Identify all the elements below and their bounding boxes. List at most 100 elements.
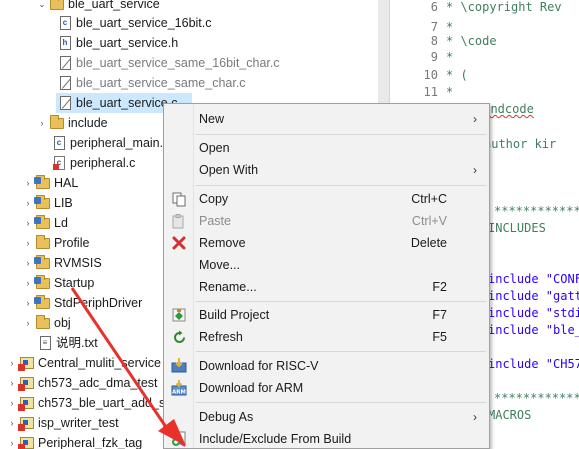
- tree-item-label: Startup: [54, 276, 95, 290]
- tree-item-label: ble_uart_service_same_char.c: [76, 76, 246, 90]
- menu-item-paste[interactable]: Paste Ctrl+V: [166, 210, 487, 232]
- tree-file-ble-uart-service-16bit[interactable]: c ble_uart_service_16bit.c: [56, 13, 212, 33]
- tree-project-peripheral-fzk-tag[interactable]: › Peripheral_fzk_tag: [6, 433, 142, 449]
- code-line: *************: [494, 204, 579, 218]
- chevron-right-icon[interactable]: ›: [22, 253, 34, 273]
- chevron-right-icon[interactable]: ›: [6, 373, 18, 393]
- chevron-right-icon[interactable]: ›: [22, 273, 34, 293]
- code-line: * \code: [446, 34, 497, 48]
- menu-item-open-with[interactable]: Open With ›: [166, 159, 487, 181]
- chevron-right-icon[interactable]: ›: [22, 173, 34, 193]
- tree-file-readme-txt[interactable]: ≡ 说明.txt: [36, 333, 98, 353]
- c-file-icon: c: [52, 135, 66, 151]
- tree-folder-hal[interactable]: › HAL: [22, 173, 78, 193]
- menu-item-copy[interactable]: Copy Ctrl+C: [166, 188, 487, 210]
- line-number: 8: [430, 34, 438, 48]
- menu-separator: [196, 185, 486, 186]
- tree-item-label: ble_uart_service.h: [76, 36, 179, 50]
- context-menu: New › Open Open With › Copy Ctrl+C Paste…: [163, 103, 490, 449]
- tree-folder-ld[interactable]: › Ld: [22, 213, 68, 233]
- chevron-right-icon[interactable]: ›: [22, 233, 34, 253]
- tree-folder-include[interactable]: › include: [36, 113, 108, 133]
- tree-file-excluded-same-char[interactable]: ble_uart_service_same_char.c: [56, 73, 246, 93]
- chevron-right-icon[interactable]: ›: [22, 293, 34, 313]
- tree-item-label: RVMSIS: [54, 256, 102, 270]
- chevron-right-icon[interactable]: ›: [22, 213, 34, 233]
- tree-file-peripheral-c[interactable]: c peripheral.c: [50, 153, 135, 173]
- menu-item-download-riscv[interactable]: Download for RISC-V: [166, 355, 487, 377]
- line-number: 10: [423, 68, 438, 82]
- line-number: 11: [423, 85, 438, 99]
- shortcut-label: F5: [432, 330, 447, 344]
- code-line: include "CONFIG.: [488, 272, 579, 286]
- copy-icon: [171, 191, 187, 207]
- excluded-file-icon: [58, 95, 72, 111]
- menu-item-label: Open With: [199, 163, 259, 177]
- menu-item-open[interactable]: Open: [166, 137, 487, 159]
- code-line: *: [446, 20, 454, 34]
- menu-item-label: Include/Exclude From Build: [199, 432, 352, 446]
- tree-folder-profile[interactable]: › Profile: [22, 233, 89, 253]
- tree-folder-lib[interactable]: › LIB: [22, 193, 73, 213]
- menu-separator: [196, 402, 486, 403]
- menu-item-label: Move...: [199, 258, 240, 272]
- remove-icon: [171, 235, 187, 251]
- folder-icon: [36, 234, 50, 251]
- menu-item-new[interactable]: New ›: [166, 108, 487, 130]
- tree-project-central-muliti-service[interactable]: › Central_muliti_service: [6, 353, 161, 373]
- chevron-right-icon[interactable]: ›: [6, 393, 18, 413]
- source-folder-icon: [34, 214, 50, 231]
- tree-file-peripheral-main[interactable]: c peripheral_main.c: [50, 133, 169, 153]
- menu-item-debug-as[interactable]: Debug As ›: [166, 406, 487, 428]
- chevron-down-icon[interactable]: ⌄: [36, 0, 48, 14]
- line-number: 6: [430, 0, 438, 14]
- code-line: *************: [494, 391, 579, 405]
- menu-item-download-arm[interactable]: ARM Download for ARM: [166, 377, 487, 399]
- chevron-right-icon[interactable]: ›: [6, 433, 18, 449]
- menu-item-rename[interactable]: Rename... F2: [166, 276, 487, 298]
- code-line: INCLUDES: [488, 221, 546, 235]
- folder-icon: [50, 0, 64, 12]
- tree-folder-startup[interactable]: › Startup: [22, 273, 94, 293]
- tree-project-ch573-adc-dma-test[interactable]: › ch573_adc_dma_test: [6, 373, 158, 393]
- chevron-right-icon[interactable]: ›: [22, 313, 34, 333]
- tree-file-ble-uart-service-h[interactable]: h ble_uart_service.h: [56, 33, 178, 53]
- menu-item-build-project[interactable]: Build Project F7: [166, 304, 487, 326]
- chevron-right-icon[interactable]: ›: [22, 193, 34, 213]
- menu-item-refresh[interactable]: Refresh F5: [166, 326, 487, 348]
- tree-folder-obj[interactable]: › obj: [22, 313, 71, 333]
- tree-item-label: ch573_adc_dma_test: [38, 376, 158, 390]
- tree-item-label: isp_writer_test: [38, 416, 119, 430]
- tree-item-label: ble_uart_service: [68, 0, 160, 11]
- chevron-right-icon[interactable]: ›: [6, 413, 18, 433]
- chevron-right-icon[interactable]: ›: [36, 113, 48, 133]
- menu-item-label: Remove: [199, 236, 246, 250]
- menu-item-label: Build Project: [199, 308, 270, 322]
- tree-folder-stdperiphdriver[interactable]: › StdPeriphDriver: [22, 293, 142, 313]
- menu-item-label: Open: [199, 141, 230, 155]
- code-line: include "ble_uar: [488, 323, 579, 337]
- menu-item-include-exclude-from-build[interactable]: Include/Exclude From Build: [166, 428, 487, 449]
- menu-item-label: New: [199, 112, 225, 126]
- excluded-file-icon: [58, 75, 72, 91]
- paste-icon: [171, 213, 187, 229]
- menu-item-remove[interactable]: Remove Delete: [166, 232, 487, 254]
- project-icon: [18, 435, 34, 449]
- code-line: author kir: [484, 137, 557, 151]
- menu-item-label: Paste: [199, 214, 231, 228]
- source-folder-icon: [34, 194, 50, 211]
- code-line: * \copyright Rev: [446, 0, 562, 14]
- tree-item-label: Profile: [54, 236, 90, 250]
- tree-item-label: peripheral.c: [70, 156, 136, 170]
- menu-item-move[interactable]: Move...: [166, 254, 487, 276]
- project-icon: [18, 375, 34, 391]
- tree-folder-ble-uart-service[interactable]: ⌄ ble_uart_service: [36, 0, 160, 14]
- tree-project-isp-writer-test[interactable]: › isp_writer_test: [6, 413, 119, 433]
- tree-folder-rvmsis[interactable]: › RVMSIS: [22, 253, 102, 273]
- include-exclude-icon: [171, 431, 187, 447]
- tree-file-excluded-same-16bit-char[interactable]: ble_uart_service_same_16bit_char.c: [56, 53, 280, 73]
- download-riscv-icon: [171, 358, 187, 374]
- shortcut-label: F7: [432, 308, 447, 322]
- menu-item-label: Debug As: [199, 410, 254, 424]
- chevron-right-icon[interactable]: ›: [6, 353, 18, 373]
